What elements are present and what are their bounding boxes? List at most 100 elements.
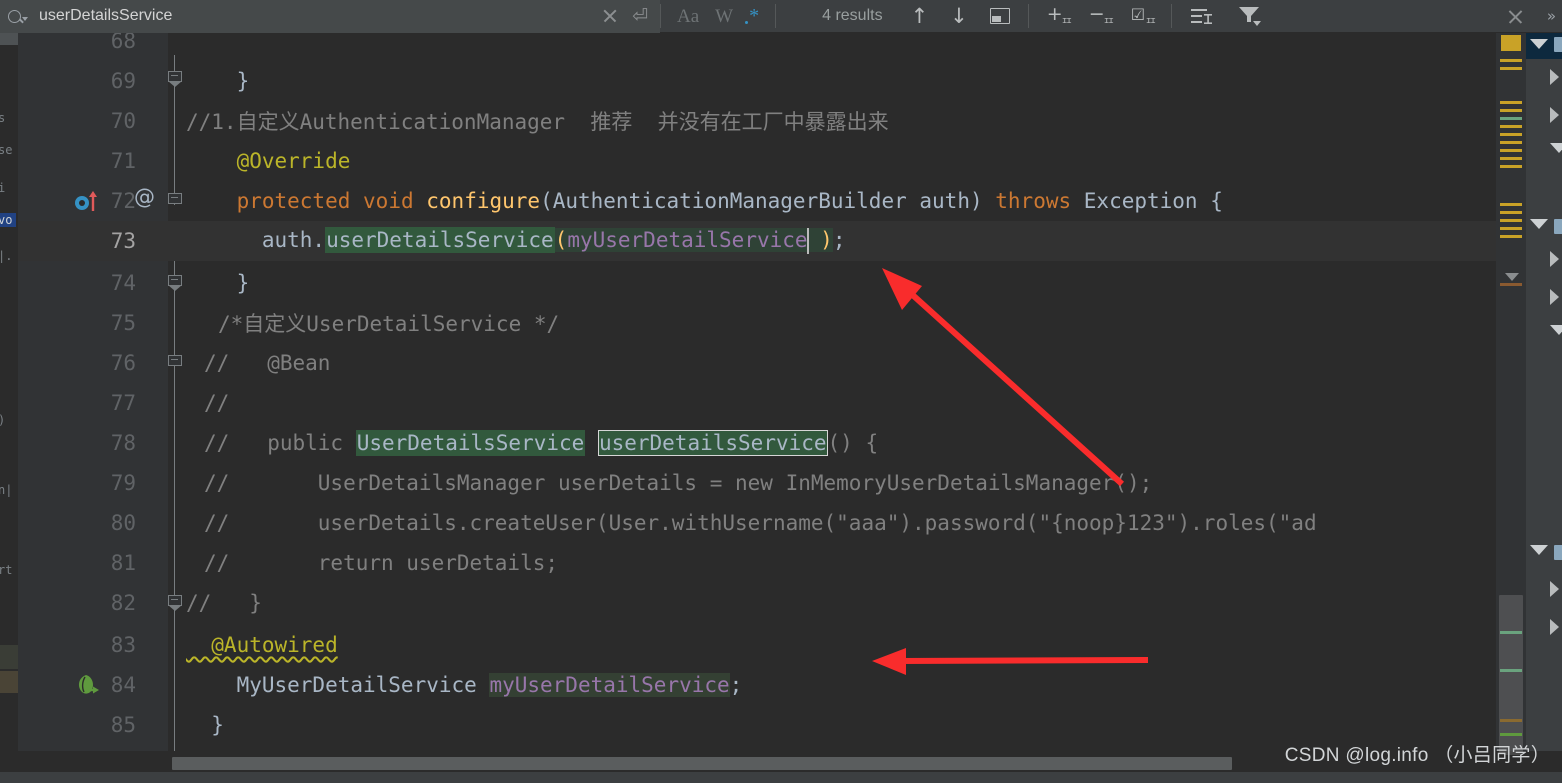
stripe-marker-match[interactable] [1500, 733, 1522, 736]
code-line[interactable]: 68 [18, 33, 1496, 61]
stripe-marker[interactable] [1500, 67, 1522, 70]
code-line[interactable]: 84 MyUserDetailService myUserDetailServi… [18, 665, 1496, 705]
scrollbar-thumb[interactable] [1499, 595, 1523, 755]
collapse-triangle-icon[interactable] [1530, 545, 1548, 555]
filter-icon[interactable] [1238, 5, 1262, 27]
add-selection-icon[interactable]: + ɪɪ [1047, 5, 1072, 27]
code-line[interactable]: 81 // return userDetails; [18, 543, 1496, 583]
override-method-icon[interactable] [74, 189, 100, 213]
fold-marker-end[interactable] [168, 71, 182, 87]
line-number: 75 [110, 311, 136, 336]
sliver-highlight [0, 645, 18, 669]
fold-marker-end[interactable] [168, 275, 182, 291]
expand-triangle-icon[interactable] [1550, 619, 1559, 635]
stripe-marker[interactable] [1500, 235, 1522, 238]
next-match-icon[interactable]: ↓ [950, 5, 968, 27]
stripe-marker-todo[interactable] [1500, 283, 1522, 286]
code-text: // public UserDetailsService userDetails… [204, 430, 879, 457]
stripe-marker[interactable] [1500, 101, 1522, 104]
expand-triangle-icon[interactable] [1550, 289, 1559, 305]
clear-search-icon[interactable] [602, 8, 618, 24]
search-in-comments-icon[interactable] [1190, 7, 1212, 25]
stripe-marker[interactable] [1500, 59, 1522, 62]
code-line-current[interactable]: 73 auth.userDetailsService(myUserDetailS… [18, 221, 1496, 262]
code-lines: 68 69 } 70 //1.自定义AuthenticationManager … [18, 33, 1496, 751]
expand-triangle-icon[interactable] [1550, 251, 1559, 267]
code-text: // userDetails.createUser(User.withUsern… [204, 511, 1317, 536]
stripe-marker-warning[interactable] [1501, 35, 1521, 51]
line-number: 70 [110, 109, 136, 134]
search-input[interactable] [37, 6, 603, 26]
adjacent-editor-sliver[interactable]: s se i vo |. ) n| rt [0, 33, 18, 751]
remove-selection-icon[interactable]: − ɪɪ [1089, 5, 1114, 27]
code-text: /*自定义UserDetailService */ [218, 312, 560, 337]
code-line[interactable]: 82 // } [18, 583, 1496, 623]
stripe-marker[interactable] [1500, 219, 1522, 222]
code-line[interactable]: 74 } [18, 263, 1496, 303]
search-icon[interactable] [8, 9, 28, 23]
code-text: //1.自定义AuthenticationManager 推荐 并没有在工厂中暴… [186, 110, 889, 135]
stripe-marker[interactable] [1500, 125, 1522, 128]
scroll-down-arrow[interactable] [1505, 273, 1519, 281]
close-find-bar-icon[interactable] [1507, 8, 1524, 25]
collapse-triangle-icon[interactable] [1530, 39, 1548, 49]
code-line[interactable]: 78 // public UserDetailsService userDeta… [18, 423, 1496, 463]
find-input-container[interactable]: ⏎ [0, 0, 660, 33]
stripe-marker[interactable] [1500, 133, 1522, 136]
stripe-marker[interactable] [1500, 165, 1522, 168]
fold-marker-start[interactable] [168, 193, 182, 209]
whole-words-toggle[interactable]: W [715, 7, 733, 26]
line-number: 81 [110, 551, 136, 576]
stripe-marker[interactable] [1500, 157, 1522, 160]
code-line[interactable]: 70 //1.自定义AuthenticationManager 推荐 并没有在工… [18, 101, 1496, 141]
stripe-marker[interactable] [1500, 141, 1522, 144]
expand-triangle-icon[interactable] [1550, 69, 1559, 85]
file-chip-icon [1554, 37, 1562, 52]
code-line[interactable]: 75 /*自定义UserDetailService */ [18, 303, 1496, 343]
code-line[interactable]: 77 // [18, 383, 1496, 423]
collapse-triangle-icon[interactable] [1550, 325, 1562, 335]
stripe-marker[interactable] [1500, 149, 1522, 152]
code-line[interactable]: 83 @Autowired [18, 625, 1496, 665]
stripe-marker-match[interactable] [1500, 669, 1522, 672]
collapse-triangle-icon[interactable] [1550, 143, 1562, 153]
stripe-marker-match[interactable] [1500, 631, 1522, 634]
fold-marker-start[interactable] [168, 355, 182, 371]
stripe-marker[interactable] [1500, 227, 1522, 230]
previous-match-icon[interactable]: ↑ [911, 5, 929, 27]
match-case-toggle[interactable]: Aa [677, 7, 699, 26]
code-line[interactable]: 80 // userDetails.createUser(User.withUs… [18, 503, 1496, 543]
stripe-marker-match[interactable] [1500, 117, 1522, 120]
more-options-icon[interactable]: » [1547, 7, 1556, 25]
find-results-panel-sliver[interactable] [1526, 33, 1562, 751]
stripe-marker-todo[interactable] [1500, 719, 1522, 722]
code-line[interactable]: 69 } [18, 61, 1496, 101]
stripe-marker[interactable] [1500, 203, 1522, 206]
code-line[interactable]: 76 // @Bean [18, 343, 1496, 383]
spring-bean-icon[interactable] [74, 673, 100, 697]
ide-find-in-file-screen: ⏎ Aa W * 4 results ↑ ↓ + ɪɪ − ɪ [0, 0, 1562, 783]
collapse-triangle-icon[interactable] [1530, 219, 1548, 229]
code-text: auth.userDetailsService(myUserDetailServ… [186, 227, 846, 255]
select-all-occurrences-icon[interactable]: ☑ ɪɪ [1131, 6, 1156, 27]
stripe-marker[interactable] [1500, 109, 1522, 112]
code-editor[interactable]: 68 69 } 70 //1.自定义AuthenticationManager … [18, 33, 1496, 751]
fold-marker-end[interactable] [168, 595, 182, 611]
code-line[interactable]: 72 protected void configure(Authenticati… [18, 181, 1496, 221]
code-text: } [186, 69, 250, 94]
sliver-text: |. [0, 249, 13, 263]
error-stripe-scrollbar[interactable] [1496, 33, 1526, 755]
search-match: UserDetailsService [355, 430, 586, 457]
line-number: 76 [110, 351, 136, 376]
open-in-find-window-icon[interactable] [989, 8, 1010, 24]
search-history-icon[interactable]: ⏎ [632, 6, 648, 26]
stripe-marker[interactable] [1500, 211, 1522, 214]
expand-triangle-icon[interactable] [1550, 107, 1559, 123]
horizontal-scrollbar-thumb[interactable] [172, 757, 1232, 770]
expand-triangle-icon[interactable] [1550, 581, 1559, 597]
code-line[interactable]: 71 @Override [18, 141, 1496, 181]
annotation-at-icon[interactable]: @ [134, 185, 155, 209]
code-line[interactable]: 79 // UserDetailsManager userDetails = n… [18, 463, 1496, 503]
regex-toggle[interactable]: * [745, 6, 759, 26]
code-line[interactable]: 85 } [18, 705, 1496, 745]
